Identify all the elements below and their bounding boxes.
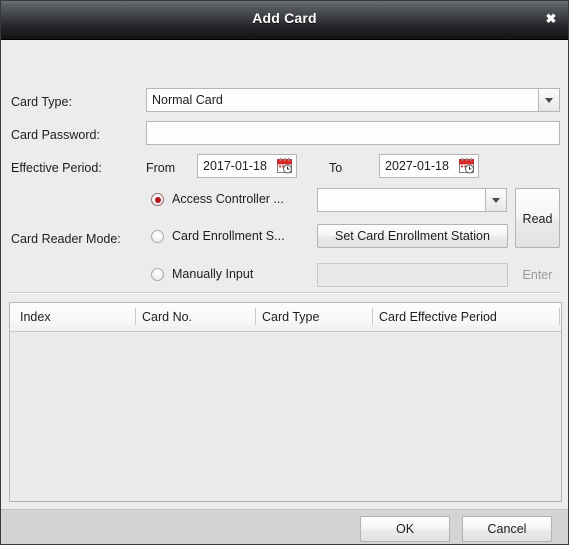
section-divider	[9, 292, 560, 294]
card-type-label: Card Type:	[11, 95, 72, 109]
column-header-card-effective-period[interactable]: Card Effective Period	[379, 310, 497, 324]
column-header-card-no[interactable]: Card No.	[142, 310, 192, 324]
manually-input-field[interactable]	[317, 263, 508, 287]
enter-button[interactable]: Enter	[515, 263, 560, 287]
radio-manually-input-label: Manually Input	[172, 267, 254, 281]
calendar-icon[interactable]	[458, 157, 476, 175]
card-reader-mode-label: Card Reader Mode:	[11, 232, 121, 246]
dialog-title: Add Card	[252, 10, 317, 26]
calendar-icon[interactable]	[276, 157, 294, 175]
card-list-table: Index Card No. Card Type Card Effective …	[9, 302, 562, 502]
radio-card-enrollment-station[interactable]	[151, 230, 164, 243]
set-card-enrollment-station-button[interactable]: Set Card Enrollment Station	[317, 224, 508, 248]
radio-access-controller[interactable]	[151, 193, 164, 206]
to-date-value[interactable]: 2027-01-18	[385, 156, 458, 176]
dialog-footer: OK Cancel	[1, 509, 568, 544]
access-controller-combo[interactable]	[317, 188, 507, 212]
dialog-body: Card Type: Normal Card Card Password: Ef…	[1, 40, 568, 544]
radio-access-controller-label: Access Controller ...	[172, 192, 284, 206]
title-bar: Add Card ✖	[1, 1, 568, 40]
effective-period-from-label: From	[146, 161, 176, 175]
column-header-card-type[interactable]: Card Type	[262, 310, 319, 324]
close-icon[interactable]: ✖	[540, 9, 562, 29]
access-controller-value[interactable]	[317, 188, 485, 212]
table-header-row: Index Card No. Card Type Card Effective …	[10, 303, 561, 332]
column-header-index[interactable]: Index	[20, 310, 51, 324]
from-date-value[interactable]: 2017-01-18	[203, 156, 276, 176]
card-password-input[interactable]	[146, 121, 560, 145]
column-divider[interactable]	[135, 308, 136, 325]
cancel-button[interactable]: Cancel	[462, 516, 552, 542]
radio-manually-input[interactable]	[151, 268, 164, 281]
effective-period-to-field[interactable]: 2027-01-18	[379, 154, 479, 178]
card-password-label: Card Password:	[11, 128, 100, 142]
form-area: Card Type: Normal Card Card Password: Ef…	[1, 40, 568, 294]
ok-button[interactable]: OK	[360, 516, 450, 542]
chevron-down-icon[interactable]	[538, 88, 560, 112]
radio-card-enrollment-station-label: Card Enrollment S...	[172, 229, 285, 243]
effective-period-from-field[interactable]: 2017-01-18	[197, 154, 297, 178]
add-card-dialog: Add Card ✖ Card Type: Normal Card Card P…	[0, 0, 569, 545]
effective-period-to-label: To	[329, 161, 343, 175]
column-divider[interactable]	[559, 308, 560, 325]
column-divider[interactable]	[255, 308, 256, 325]
chevron-down-icon[interactable]	[485, 188, 507, 212]
card-type-combo[interactable]: Normal Card	[146, 88, 560, 112]
read-button[interactable]: Read	[515, 188, 560, 248]
table-body	[10, 332, 561, 501]
column-divider[interactable]	[372, 308, 373, 325]
effective-period-label: Effective Period:	[11, 161, 102, 175]
card-type-value[interactable]: Normal Card	[146, 88, 538, 112]
